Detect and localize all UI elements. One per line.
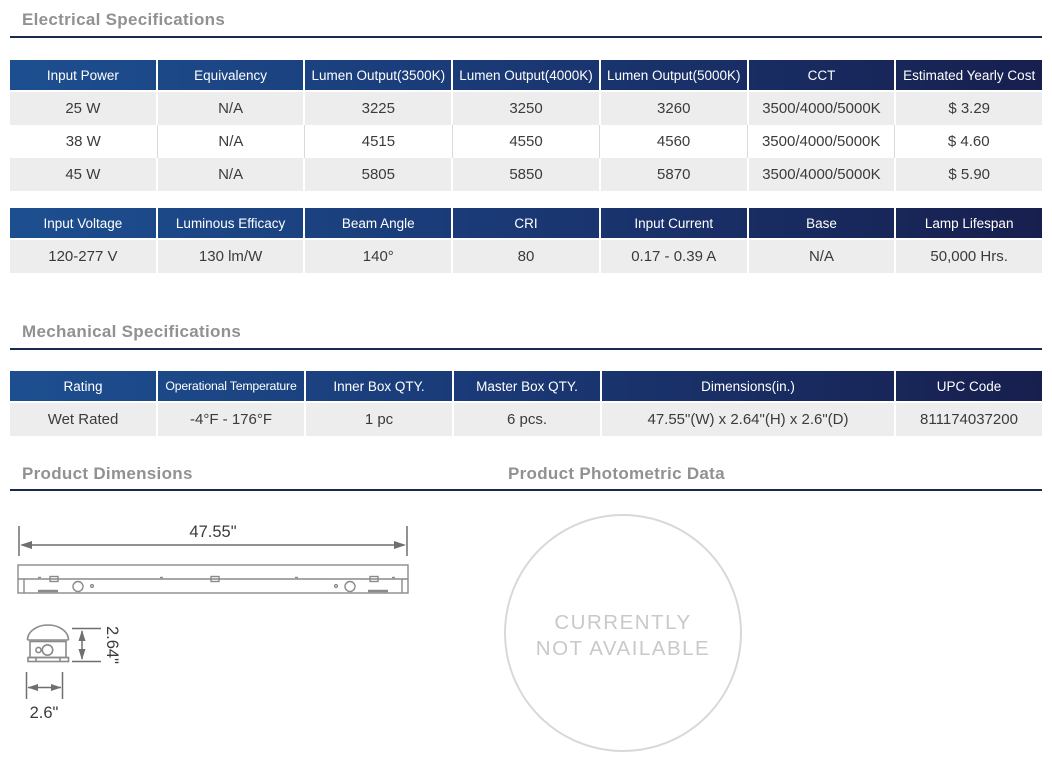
table-header-row: Rating Operational Temperature Inner Box… — [10, 371, 1042, 403]
table-cell: 45 W — [10, 158, 156, 191]
table-cell: $ 5.90 — [894, 158, 1042, 191]
table-cell: 4560 — [599, 125, 747, 158]
table-cell: 3250 — [451, 92, 599, 125]
table-row: 38 W N/A 4515 4550 4560 3500/4000/5000K … — [10, 125, 1042, 158]
table-cell: 4550 — [452, 125, 600, 158]
table-cell: 3260 — [599, 92, 747, 125]
col-master-box-qty: Master Box QTY. — [452, 371, 600, 401]
electrical-section-title: Electrical Specifications — [22, 10, 225, 30]
depth-dimension-lines — [27, 672, 63, 699]
table-row: 25 W N/A 3225 3250 3260 3500/4000/5000K … — [10, 92, 1042, 125]
photometric-section-title: Product Photometric Data — [508, 464, 725, 484]
table-cell: $ 3.29 — [894, 92, 1042, 125]
photometric-placeholder: CURRENTLY NOT AVAILABLE — [470, 505, 790, 770]
spec-sheet-page: Electrical Specifications Input Power Eq… — [0, 0, 1052, 770]
table-cell: 3225 — [303, 92, 451, 125]
table-cell: 0.17 - 0.39 A — [599, 240, 747, 273]
dimension-arrow-right — [394, 541, 406, 549]
dimension-arrow-right — [51, 684, 62, 691]
dimension-arrow-down — [79, 649, 86, 660]
dimension-arrow-up — [79, 630, 86, 641]
table-cell: 5850 — [451, 158, 599, 191]
col-beam-angle: Beam Angle — [303, 208, 451, 238]
table-cell: 50,000 Hrs. — [894, 240, 1042, 273]
col-operational-temperature: Operational Temperature — [156, 371, 304, 401]
table-cell: 6 pcs. — [452, 403, 600, 436]
col-cct: CCT — [747, 60, 895, 90]
placeholder-text-line2: NOT AVAILABLE — [536, 637, 710, 660]
col-lumen-4000k: Lumen Output(4000K) — [451, 60, 599, 90]
table-cell: $ 4.60 — [894, 125, 1042, 158]
table-header-row: Input Voltage Luminous Efficacy Beam Ang… — [10, 208, 1042, 240]
fixture-end-view — [28, 625, 69, 662]
height-dimension-lines — [72, 629, 101, 662]
col-equivalency: Equivalency — [156, 60, 304, 90]
col-upc-code: UPC Code — [894, 371, 1042, 401]
table-cell: 5870 — [599, 158, 747, 191]
table-cell: 38 W — [10, 125, 157, 158]
section-divider — [10, 348, 1042, 350]
col-lumen-3500k: Lumen Output(3500K) — [303, 60, 451, 90]
table-cell: N/A — [156, 92, 304, 125]
col-rating: Rating — [10, 371, 156, 401]
table-row: 120-277 V 130 lm/W 140° 80 0.17 - 0.39 A… — [10, 240, 1042, 273]
table-cell: 47.55"(W) x 2.64"(H) x 2.6"(D) — [600, 403, 894, 436]
table-cell: 811174037200 — [894, 403, 1042, 436]
col-lamp-lifespan: Lamp Lifespan — [894, 208, 1042, 238]
table-cell: 4515 — [304, 125, 452, 158]
table-header-row: Input Power Equivalency Lumen Output(350… — [10, 60, 1042, 92]
table-cell: 3500/4000/5000K — [747, 92, 895, 125]
dimensions-section-title: Product Dimensions — [22, 464, 193, 484]
table-row: Wet Rated -4°F - 176°F 1 pc 6 pcs. 47.55… — [10, 403, 1042, 436]
fixture-side-view — [18, 565, 408, 593]
col-luminous-efficacy: Luminous Efficacy — [156, 208, 304, 238]
depth-dimension-label: 2.6" — [30, 704, 59, 722]
product-dimensions-drawing: 47.55" — [0, 500, 460, 770]
placeholder-text-line1: CURRENTLY — [554, 611, 691, 634]
col-inner-box-qty: Inner Box QTY. — [304, 371, 452, 401]
col-lumen-5000k: Lumen Output(5000K) — [599, 60, 747, 90]
col-input-voltage: Input Voltage — [10, 208, 156, 238]
dimension-arrow-left — [20, 541, 32, 549]
table-cell: N/A — [156, 158, 304, 191]
mechanical-section-title: Mechanical Specifications — [22, 322, 241, 342]
col-dimensions: Dimensions(in.) — [600, 371, 894, 401]
section-divider — [10, 36, 1042, 38]
width-dimension-label: 47.55" — [189, 523, 236, 541]
table-cell: N/A — [157, 125, 305, 158]
table-cell: 120-277 V — [10, 240, 156, 273]
col-yearly-cost: Estimated Yearly Cost — [894, 60, 1042, 90]
table-row: 45 W N/A 5805 5850 5870 3500/4000/5000K … — [10, 158, 1042, 191]
table-cell: 3500/4000/5000K — [747, 158, 895, 191]
table-cell: Wet Rated — [10, 403, 156, 436]
dimension-arrow-left — [28, 684, 39, 691]
col-base: Base — [747, 208, 895, 238]
table-cell: -4°F - 176°F — [156, 403, 304, 436]
col-cri: CRI — [451, 208, 599, 238]
table-cell: 1 pc — [304, 403, 452, 436]
table-cell: 80 — [451, 240, 599, 273]
height-dimension-label: 2.64" — [103, 626, 121, 664]
table-cell: 130 lm/W — [156, 240, 304, 273]
table-cell: 3500/4000/5000K — [747, 125, 895, 158]
section-divider — [10, 489, 1042, 491]
mechanical-table: Rating Operational Temperature Inner Box… — [10, 371, 1042, 436]
table-cell: N/A — [747, 240, 895, 273]
table-cell: 140° — [303, 240, 451, 273]
table-cell: 25 W — [10, 92, 156, 125]
table-cell: 5805 — [303, 158, 451, 191]
col-input-power: Input Power — [10, 60, 156, 90]
electrical-table-2: Input Voltage Luminous Efficacy Beam Ang… — [10, 208, 1042, 273]
col-input-current: Input Current — [599, 208, 747, 238]
electrical-table-1: Input Power Equivalency Lumen Output(350… — [10, 60, 1042, 191]
